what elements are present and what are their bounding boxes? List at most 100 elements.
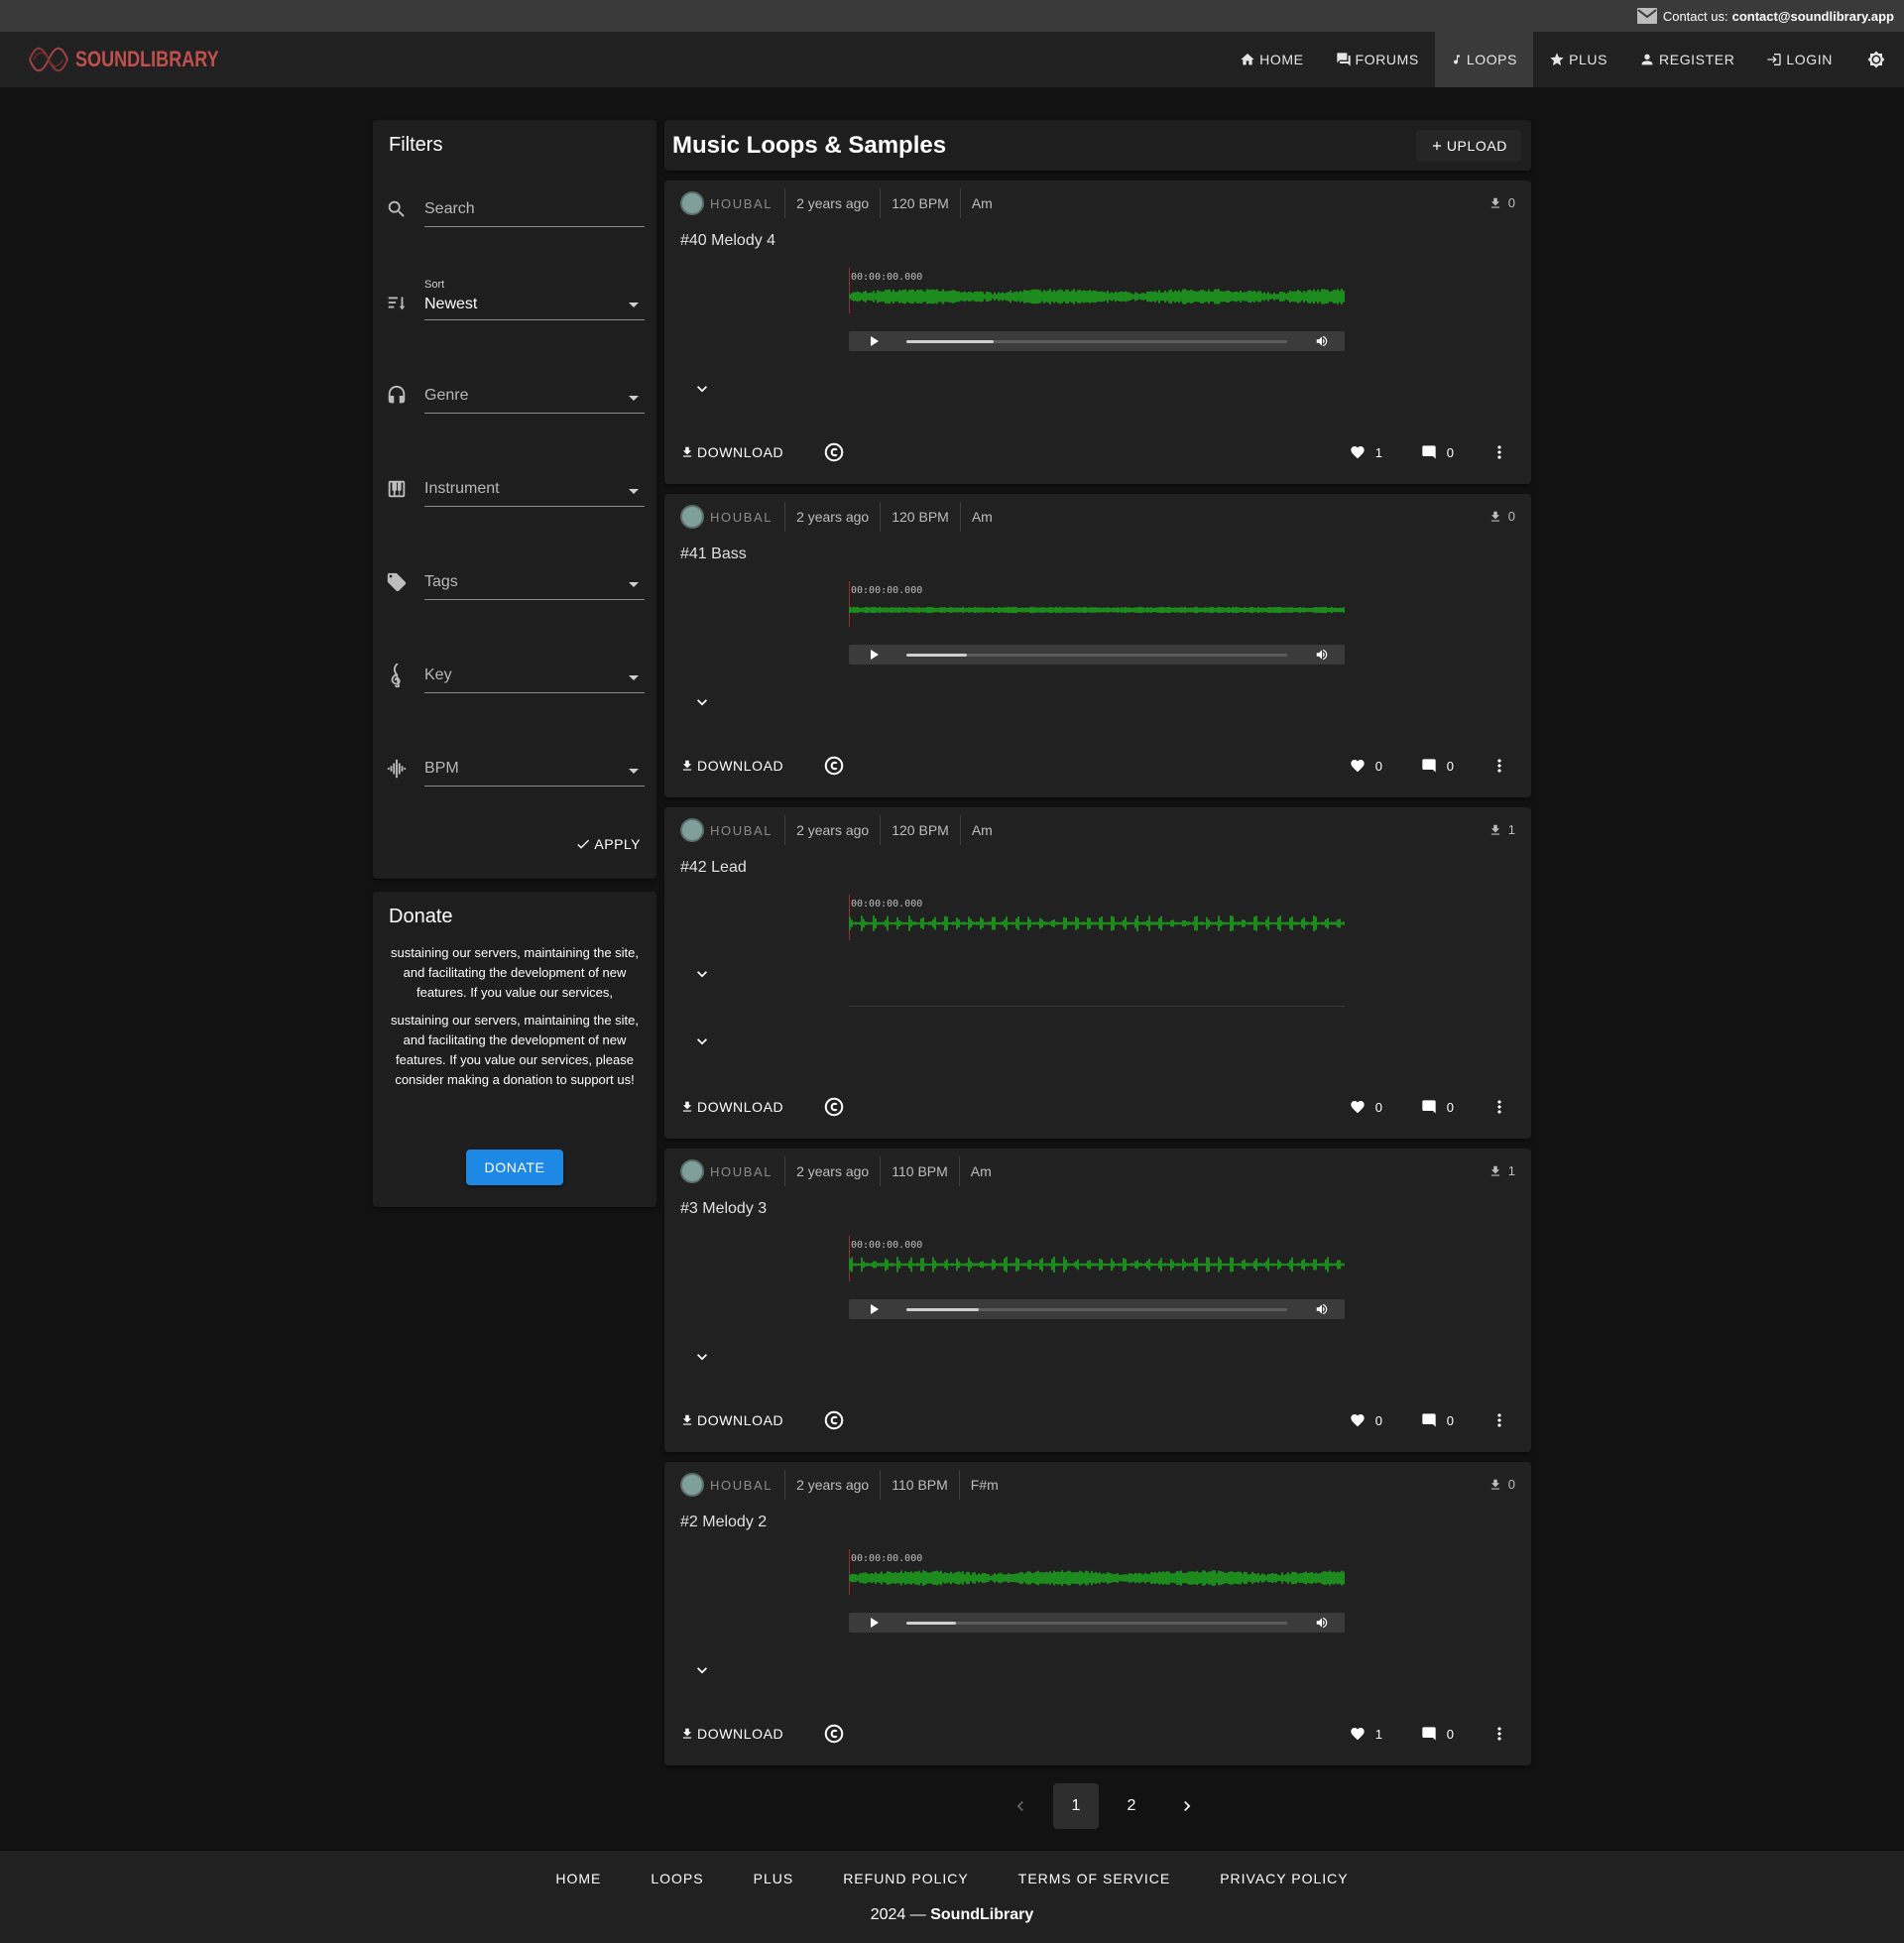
- key-select[interactable]: Key: [385, 654, 645, 693]
- tags-field[interactable]: Tags: [424, 560, 645, 600]
- avatar[interactable]: [680, 191, 704, 215]
- avatar[interactable]: [680, 505, 704, 529]
- instrument-field[interactable]: Instrument: [424, 467, 645, 507]
- more-menu-button[interactable]: [1489, 442, 1509, 462]
- play-icon[interactable]: [871, 650, 879, 660]
- next-page-button[interactable]: [1164, 1783, 1210, 1829]
- theme-toggle-button[interactable]: [1848, 32, 1904, 87]
- genre-select[interactable]: Genre: [385, 374, 645, 414]
- loop-actions: DOWNLOAD 0 0: [664, 748, 1531, 784]
- upload-button[interactable]: UPLOAD: [1415, 130, 1521, 162]
- copyright-icon[interactable]: [823, 1409, 845, 1431]
- nav-loops[interactable]: LOOPS: [1434, 32, 1534, 87]
- comment-button[interactable]: 0: [1421, 1716, 1454, 1752]
- footer-link-refund-policy[interactable]: REFUND POLICY: [818, 1861, 994, 1896]
- nav-home[interactable]: HOME: [1224, 32, 1319, 87]
- more-menu-button[interactable]: [1489, 756, 1509, 776]
- footer-link-home[interactable]: HOME: [531, 1861, 626, 1896]
- nav-register[interactable]: REGISTER: [1623, 32, 1750, 87]
- expand-button[interactable]: [684, 1339, 720, 1375]
- avatar[interactable]: [680, 818, 704, 842]
- footer-link-privacy[interactable]: PRIVACY POLICY: [1195, 1861, 1372, 1896]
- footer-link-terms[interactable]: TERMS OF SERVICE: [994, 1861, 1195, 1896]
- loop-author[interactable]: HOUBAL: [710, 1470, 786, 1500]
- copyright-icon[interactable]: [823, 1096, 845, 1118]
- download-button[interactable]: DOWNLOAD: [680, 1089, 783, 1125]
- sort-field[interactable]: Sort Newest: [424, 279, 645, 320]
- avatar[interactable]: [680, 1473, 704, 1497]
- play-icon[interactable]: [871, 1304, 879, 1314]
- download-button[interactable]: DOWNLOAD: [680, 748, 783, 784]
- download-button[interactable]: DOWNLOAD: [680, 1716, 783, 1752]
- more-menu-button[interactable]: [1489, 1410, 1509, 1430]
- search-input[interactable]: Search: [424, 187, 645, 227]
- page-1-button[interactable]: 1: [1053, 1783, 1099, 1829]
- progress-track[interactable]: [906, 340, 1287, 343]
- loop-author[interactable]: HOUBAL: [710, 815, 786, 845]
- expand-button[interactable]: [684, 956, 720, 992]
- volume-icon[interactable]: [1315, 1616, 1329, 1635]
- logo[interactable]: SOUNDLIBRARY: [28, 38, 250, 81]
- expand-button[interactable]: [684, 1652, 720, 1688]
- chevron-down-icon: [697, 1038, 707, 1045]
- download-button[interactable]: DOWNLOAD: [680, 1402, 783, 1438]
- key-field[interactable]: Key: [424, 654, 645, 693]
- page-2-button[interactable]: 2: [1109, 1783, 1154, 1829]
- prev-page-button[interactable]: [998, 1783, 1043, 1829]
- nav-forums[interactable]: FORUMS: [1320, 32, 1435, 87]
- progress-track[interactable]: [906, 1622, 1287, 1625]
- search-filter[interactable]: Search: [385, 187, 645, 227]
- bpm-select[interactable]: BPM: [385, 747, 645, 787]
- progress-track[interactable]: [906, 654, 1287, 657]
- contact-email[interactable]: contact@soundlibrary.app: [1732, 9, 1894, 24]
- loop-author[interactable]: HOUBAL: [710, 502, 786, 532]
- like-button[interactable]: 0: [1350, 1402, 1382, 1438]
- like-count: 1: [1374, 1726, 1382, 1742]
- nav-plus[interactable]: PLUS: [1533, 32, 1623, 87]
- genre-field[interactable]: Genre: [424, 374, 645, 414]
- footer-link-plus[interactable]: PLUS: [729, 1861, 819, 1896]
- nav-forums-label: FORUMS: [1355, 52, 1419, 67]
- waveform[interactable]: 00:00:00.000: [849, 268, 1345, 315]
- expand-button[interactable]: [684, 371, 720, 407]
- footer-link-loops[interactable]: LOOPS: [626, 1861, 728, 1896]
- bpm-field[interactable]: BPM: [424, 747, 645, 787]
- play-icon[interactable]: [871, 1618, 879, 1628]
- more-menu-button[interactable]: [1489, 1724, 1509, 1744]
- nav-login[interactable]: LOGIN: [1750, 32, 1848, 87]
- like-button[interactable]: 1: [1350, 1716, 1382, 1752]
- sort-select[interactable]: Sort Newest: [385, 279, 645, 320]
- volume-icon[interactable]: [1315, 648, 1329, 667]
- more-menu-button[interactable]: [1489, 1097, 1509, 1117]
- like-button[interactable]: 1: [1350, 434, 1382, 470]
- comment-button[interactable]: 0: [1421, 434, 1454, 470]
- instrument-select[interactable]: Instrument: [385, 467, 645, 507]
- waveform[interactable]: 00:00:00.000: [849, 1236, 1345, 1283]
- tags-select[interactable]: Tags: [385, 560, 645, 600]
- apply-button[interactable]: APPLY: [575, 836, 641, 852]
- progress-track[interactable]: [906, 1308, 1287, 1311]
- waveform[interactable]: 00:00:00.000: [849, 581, 1345, 629]
- expand-button[interactable]: [684, 684, 720, 720]
- volume-icon[interactable]: [1315, 334, 1329, 353]
- expand-button[interactable]: [684, 1024, 720, 1059]
- loop-author[interactable]: HOUBAL: [710, 1156, 786, 1186]
- like-button[interactable]: 0: [1350, 748, 1382, 784]
- comment-button[interactable]: 0: [1421, 748, 1454, 784]
- avatar[interactable]: [680, 1159, 704, 1183]
- nav-register-label: REGISTER: [1659, 52, 1735, 67]
- comment-button[interactable]: 0: [1421, 1089, 1454, 1125]
- copyright-icon[interactable]: [823, 1723, 845, 1745]
- waveform[interactable]: 00:00:00.000: [849, 1549, 1345, 1597]
- download-button[interactable]: DOWNLOAD: [680, 434, 783, 470]
- waveform[interactable]: 00:00:00.000: [849, 895, 1345, 942]
- donate-button[interactable]: DONATE: [466, 1150, 563, 1185]
- copyright-icon[interactable]: [823, 755, 845, 777]
- loop-author[interactable]: HOUBAL: [710, 188, 786, 218]
- copyright-icon[interactable]: [823, 441, 845, 463]
- play-icon[interactable]: [871, 336, 879, 346]
- download-icon: [682, 1728, 692, 1739]
- like-button[interactable]: 0: [1350, 1089, 1382, 1125]
- comment-button[interactable]: 0: [1421, 1402, 1454, 1438]
- volume-icon[interactable]: [1315, 1302, 1329, 1321]
